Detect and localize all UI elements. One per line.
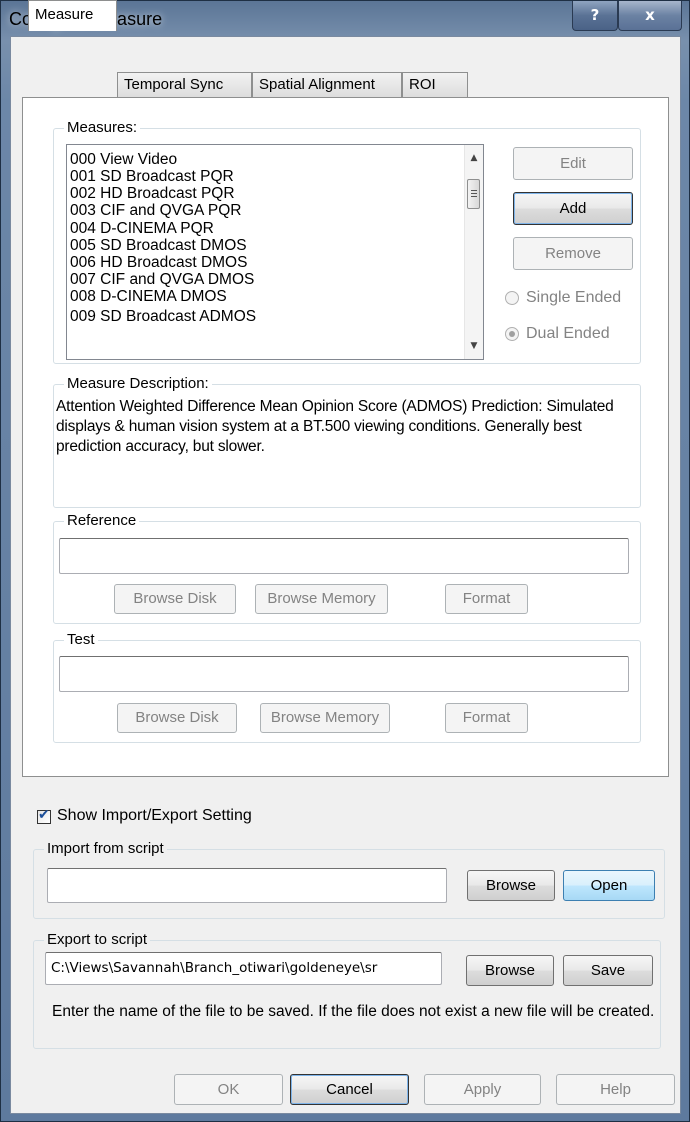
measures-listbox[interactable]: 000 View Video 001 SD Broadcast PQR 002 … [66,144,484,360]
dual-ended-label[interactable]: Dual Ended [526,325,610,343]
measure-description-text: Attention Weighted Difference Mean Opini… [56,398,614,455]
list-item[interactable]: 000 View Video [70,151,177,168]
test-group-label: Test [64,631,98,649]
list-item[interactable]: 003 CIF and QVGA PQR [70,202,241,219]
list-item[interactable]: 004 D-CINEMA PQR [70,220,214,237]
open-button[interactable]: Open [563,870,655,901]
measures-group-label: Measures: [64,119,141,137]
cancel-button[interactable]: Cancel [290,1074,409,1105]
tab-temporal-sync[interactable]: Temporal Sync [117,72,252,98]
test-path-input[interactable] [59,656,629,692]
export-help-note: Enter the name of the file to be saved. … [52,1003,655,1020]
reference-format-button[interactable]: Format [445,584,528,614]
ok-button[interactable]: OK [174,1074,283,1105]
reference-browse-memory-button[interactable]: Browse Memory [255,584,388,614]
checkmark-icon: ✔ [38,807,50,823]
reference-path-input[interactable] [59,538,629,574]
list-item[interactable]: 008 D-CINEMA DMOS [70,288,227,305]
single-ended-radio[interactable] [505,291,519,305]
scroll-thumb[interactable] [467,179,480,209]
import-browse-button[interactable]: Browse [467,870,555,901]
show-import-export-label[interactable]: Show Import/Export Setting [57,807,252,825]
import-script-input[interactable] [47,868,447,903]
show-import-export-checkbox[interactable]: ✔ [37,807,51,824]
export-browse-button[interactable]: Browse [466,955,554,986]
export-script-input[interactable]: C:\Views\Savannah\Branch_otiwari\goldene… [45,952,442,985]
reference-group-label: Reference [64,512,140,530]
remove-button[interactable]: Remove [513,237,633,270]
measure-description-label: Measure Description: [64,375,212,393]
list-item[interactable]: 006 HD Broadcast DMOS [70,254,247,271]
add-button[interactable]: Add [513,192,633,225]
help-caption-button[interactable]: ? [572,1,618,31]
list-item[interactable]: 005 SD Broadcast DMOS [70,237,247,254]
export-group-label: Export to script [44,931,151,949]
edit-button[interactable]: Edit [513,147,633,180]
help-button[interactable]: Help [556,1074,675,1105]
dual-ended-radio[interactable] [505,327,519,341]
save-button[interactable]: Save [563,955,653,986]
close-button[interactable]: x [618,1,682,31]
scroll-down-arrow-icon[interactable]: ▼ [465,337,483,355]
list-item[interactable]: 009 SD Broadcast ADMOS [70,308,256,325]
radio-selected-dot [509,331,515,337]
apply-button[interactable]: Apply [424,1074,541,1105]
tab-spatial-alignment[interactable]: Spatial Alignment [252,72,402,98]
single-ended-label[interactable]: Single Ended [526,289,621,307]
measures-scrollbar[interactable]: ▲ ▼ [464,145,483,359]
test-browse-memory-button[interactable]: Browse Memory [260,703,390,733]
list-item[interactable]: 002 HD Broadcast PQR [70,185,235,202]
reference-browse-disk-button[interactable]: Browse Disk [114,584,236,614]
tab-roi[interactable]: ROI [402,72,468,98]
import-group-label: Import from script [44,840,167,858]
list-item[interactable]: 007 CIF and QVGA DMOS [70,271,254,288]
list-item[interactable]: 001 SD Broadcast PQR [70,168,234,185]
scroll-up-arrow-icon[interactable]: ▲ [465,149,483,167]
test-format-button[interactable]: Format [445,703,528,733]
test-browse-disk-button[interactable]: Browse Disk [117,703,237,733]
tab-measure[interactable]: Measure [28,0,117,31]
